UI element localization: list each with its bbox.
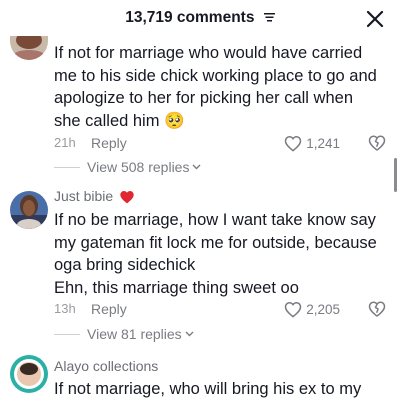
comment-line: If no be marriage, how I want take know …	[54, 211, 376, 229]
username-label: Just bibie	[54, 188, 114, 204]
comments-count-label: 13,719 comments	[125, 9, 255, 26]
comment-time: 13h	[54, 301, 76, 316]
avatar[interactable]	[10, 191, 48, 229]
avatar[interactable]	[10, 36, 48, 60]
like-count: 2,205	[306, 301, 340, 317]
comment-username[interactable]: Alayo collections	[54, 358, 158, 374]
comment-text: If not marriage, who will bring his ex t…	[54, 378, 384, 400]
close-icon[interactable]	[365, 9, 385, 29]
comment-meta: 13h Reply 2,205	[54, 299, 390, 319]
like-button[interactable]: 2,205	[284, 299, 340, 319]
view-replies-button[interactable]: View 508 replies	[54, 157, 201, 177]
comment-line: me to his side chick working place to go…	[54, 66, 377, 85]
comment-username[interactable]: Just bibie	[54, 188, 135, 204]
comment-time: 21h	[54, 135, 76, 150]
like-count: 1,241	[306, 135, 340, 151]
avatar[interactable]	[10, 355, 48, 393]
comment-item: Alayo collections If not marriage, who w…	[0, 352, 400, 400]
comment-line: my gateman fit lock me for outside, beca…	[54, 233, 377, 252]
comment-line: she called him 🥺	[54, 111, 185, 130]
comments-count-title: 13,719 comments	[0, 9, 400, 27]
comment-text: If no be marriage, how I want take know …	[54, 209, 384, 299]
chevron-down-icon	[192, 164, 201, 170]
comment-meta: 21h Reply 1,241	[54, 133, 390, 153]
comment-line: oga bring sidechick	[54, 256, 196, 274]
comment-text: If not for marriage who would have carri…	[54, 42, 384, 132]
comment-line: apologize to her for picking her call wh…	[54, 89, 354, 107]
comment-line: If not marriage, who will bring his ex t…	[54, 380, 362, 398]
heart-outline-icon	[284, 301, 302, 318]
sort-lines-icon[interactable]	[263, 12, 275, 22]
broken-heart-dislike-icon[interactable]	[368, 134, 386, 152]
chevron-down-icon	[185, 331, 194, 337]
view-replies-label: View 81 replies	[87, 326, 182, 342]
comment-item: If not for marriage who would have carri…	[0, 30, 400, 180]
comment-item: Just bibie If no be marriage, how I want…	[0, 185, 400, 345]
reply-button[interactable]: Reply	[91, 133, 127, 153]
divider	[54, 166, 80, 168]
comment-line: Ehn, this marriage thing sweet oo	[54, 278, 299, 297]
view-replies-label: View 508 replies	[87, 159, 190, 175]
divider	[54, 333, 80, 335]
heart-outline-icon	[284, 135, 302, 152]
view-replies-button[interactable]: View 81 replies	[54, 324, 194, 344]
broken-heart-dislike-icon[interactable]	[368, 300, 386, 318]
comment-line: If not for marriage who would have carri…	[54, 44, 363, 62]
red-heart-emoji-icon	[120, 191, 134, 204]
reply-button[interactable]: Reply	[91, 299, 127, 319]
like-button[interactable]: 1,241	[284, 133, 340, 153]
username-label: Alayo collections	[54, 358, 159, 374]
